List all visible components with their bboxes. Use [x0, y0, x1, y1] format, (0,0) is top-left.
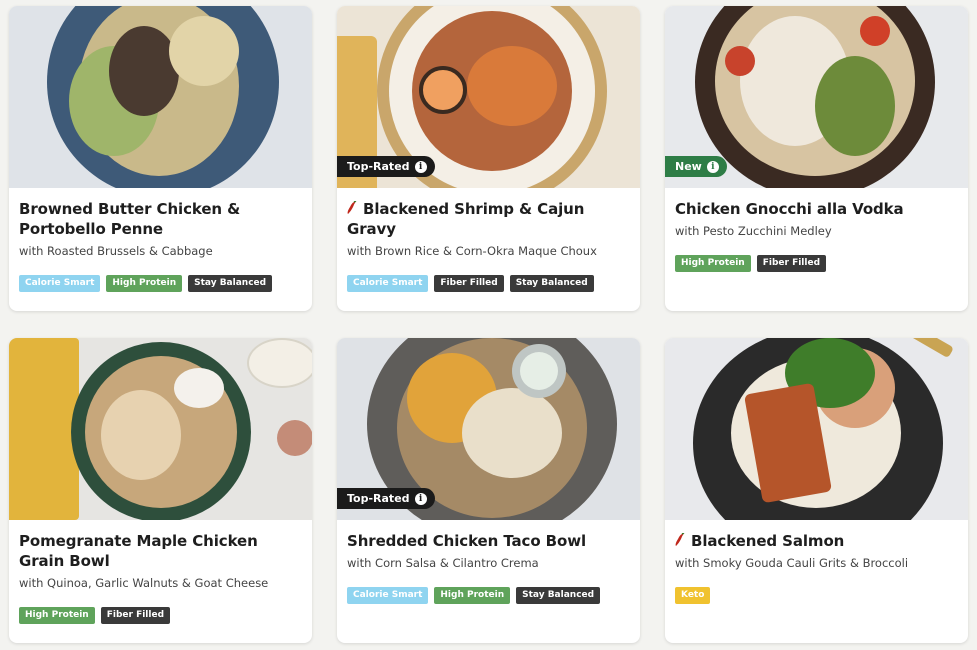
top-rated-badge: Top-Rated i: [337, 488, 435, 509]
tag-list: Keto: [675, 587, 958, 604]
meal-subtitle: with Smoky Gouda Cauli Grits & Broccoli: [675, 556, 909, 570]
tag: Fiber Filled: [756, 255, 827, 272]
meal-title: Blackened Shrimp & Cajun Gravy: [347, 199, 630, 239]
meal-card[interactable]: Pomegranate Maple Chicken Grain Bowl wit…: [9, 338, 312, 643]
meal-subtitle: with Corn Salsa & Cilantro Crema: [347, 556, 539, 570]
tag-list: Calorie Smart High Protein Stay Balanced: [347, 587, 630, 604]
meal-subtitle: with Roasted Brussels & Cabbage: [19, 244, 213, 258]
tag-list: Calorie Smart Fiber Filled Stay Balanced: [347, 275, 630, 292]
info-icon[interactable]: i: [414, 160, 427, 173]
meal-image: [9, 6, 312, 188]
tag: High Protein: [434, 587, 511, 604]
meal-card[interactable]: Blackened Salmon with Smoky Gouda Cauli …: [665, 338, 968, 643]
meal-title: Shredded Chicken Taco Bowl: [347, 532, 587, 550]
meal-card[interactable]: Browned Butter Chicken & Portobello Penn…: [9, 6, 312, 311]
chili-pepper-icon: [347, 201, 357, 214]
tag: Stay Balanced: [188, 275, 273, 292]
tag-list: High Protein Fiber Filled: [675, 255, 958, 272]
meal-title-text: Blackened Shrimp & Cajun Gravy: [347, 200, 585, 238]
meal-card[interactable]: Top-Rated i Blackened Shrimp & Cajun Gra…: [337, 6, 640, 311]
info-icon[interactable]: i: [414, 492, 427, 505]
tag: High Protein: [675, 255, 751, 272]
tag: Calorie Smart: [347, 587, 429, 604]
tag: Stay Balanced: [509, 275, 594, 292]
meal-title: Blackened Salmon: [675, 531, 958, 551]
top-rated-badge: Top-Rated i: [337, 156, 435, 177]
meal-image: [9, 338, 312, 520]
meal-image: [665, 338, 968, 520]
info-icon[interactable]: i: [706, 160, 719, 173]
tag-list: Calorie Smart High Protein Stay Balanced: [19, 275, 302, 292]
tag: Fiber Filled: [434, 275, 504, 292]
badge-label: Top-Rated: [347, 160, 410, 173]
meal-subtitle: with Pesto Zucchini Medley: [675, 224, 832, 238]
tag: Stay Balanced: [516, 587, 601, 604]
meal-card[interactable]: New i Chicken Gnocchi alla Vodka with Pe…: [665, 6, 968, 311]
tag: High Protein: [19, 607, 95, 624]
badge-label: New: [675, 160, 702, 173]
meal-card[interactable]: Top-Rated i Shredded Chicken Taco Bowl w…: [337, 338, 640, 643]
meal-subtitle: with Brown Rice & Corn-Okra Maque Choux: [347, 244, 597, 258]
meal-subtitle: with Quinoa, Garlic Walnuts & Goat Chees…: [19, 576, 269, 590]
tag: Calorie Smart: [347, 275, 429, 292]
tag: Keto: [675, 587, 711, 604]
chili-pepper-icon: [675, 533, 685, 546]
tag-list: High Protein Fiber Filled: [19, 607, 302, 624]
tag: Fiber Filled: [100, 607, 171, 624]
meal-grid: Browned Butter Chicken & Portobello Penn…: [0, 0, 977, 650]
tag: High Protein: [106, 275, 183, 292]
tag: Calorie Smart: [19, 275, 101, 292]
new-badge: New i: [665, 156, 727, 177]
meal-title-text: Blackened Salmon: [691, 532, 845, 550]
meal-title: Browned Butter Chicken & Portobello Penn…: [19, 200, 241, 238]
badge-label: Top-Rated: [347, 492, 410, 505]
meal-title: Chicken Gnocchi alla Vodka: [675, 200, 904, 218]
meal-title: Pomegranate Maple Chicken Grain Bowl: [19, 532, 258, 570]
